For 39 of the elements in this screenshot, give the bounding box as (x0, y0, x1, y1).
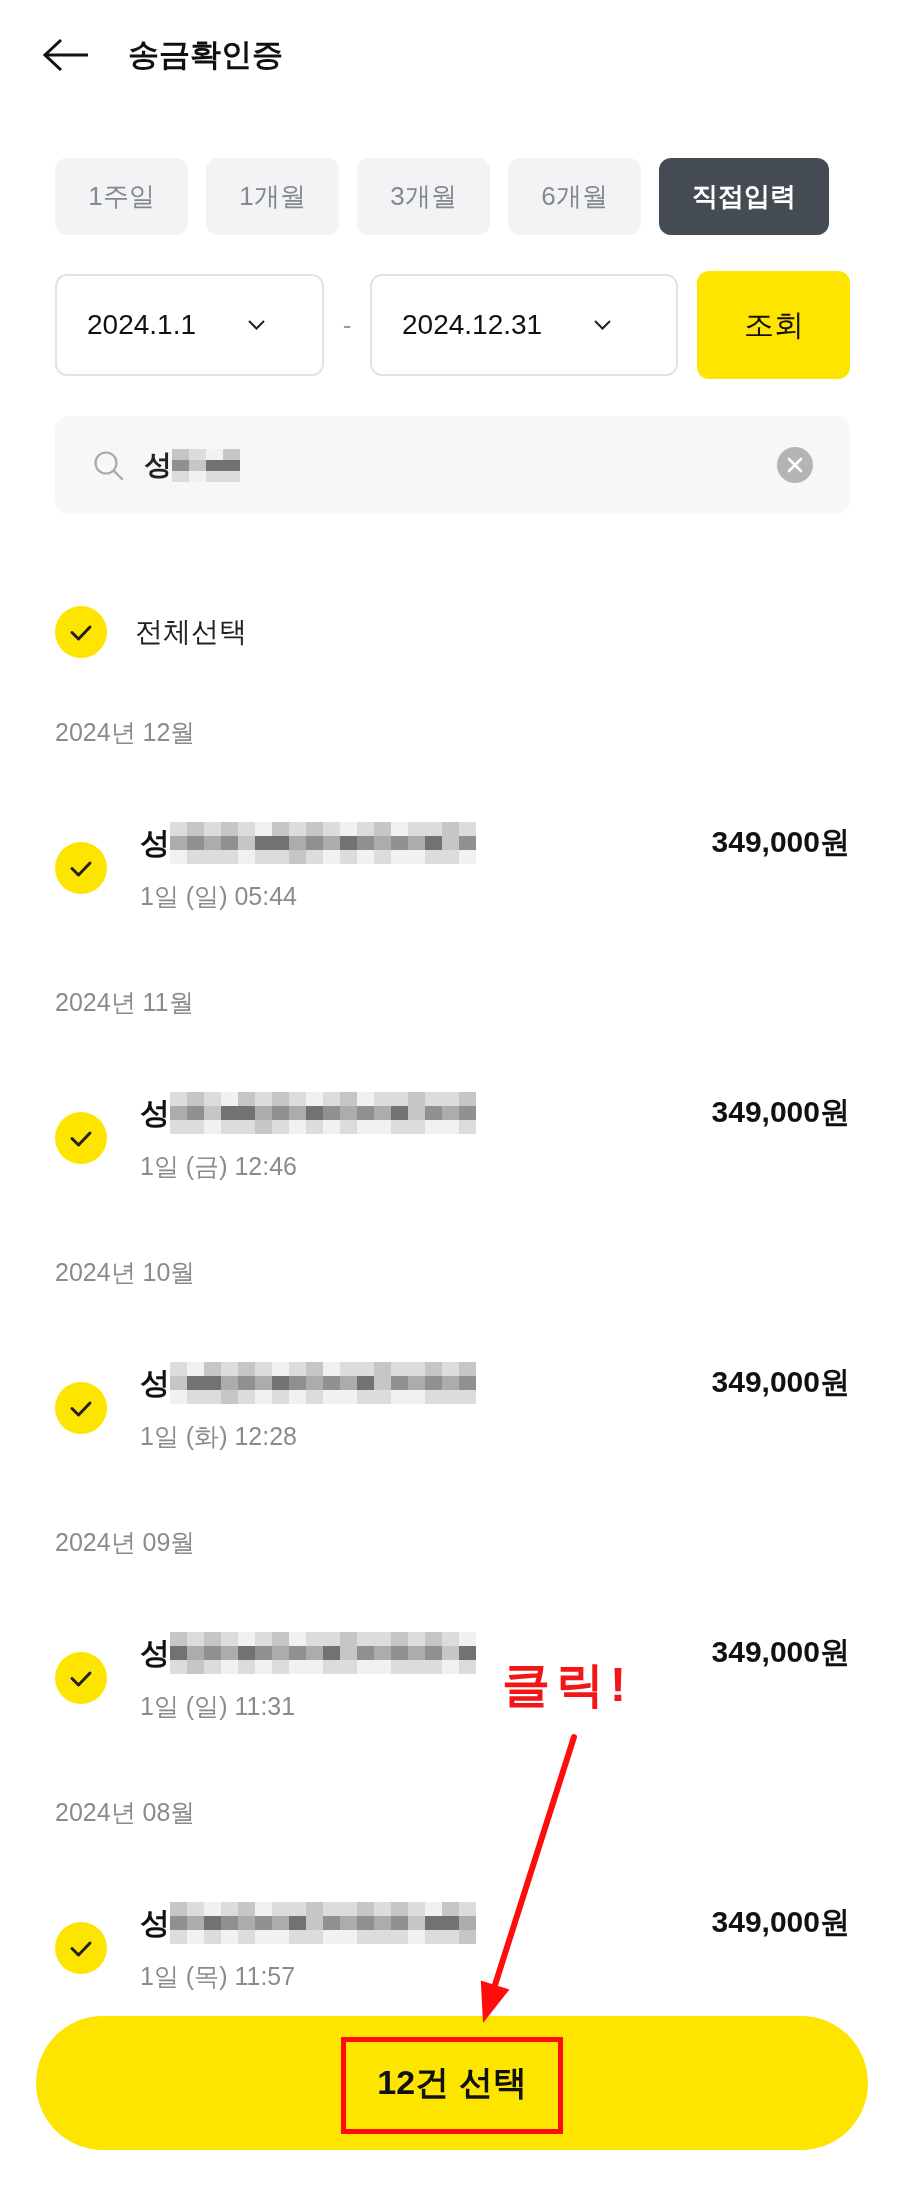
checkbox[interactable] (55, 842, 107, 894)
end-date-dropdown[interactable]: 2024.12.31 (370, 274, 678, 376)
month-label: 2024년 11월 (55, 987, 195, 1018)
query-button[interactable]: 조회 (697, 271, 850, 379)
checkbox[interactable] (55, 1112, 107, 1164)
payee-name: 성 (140, 1904, 170, 1941)
range-separator: - (341, 309, 353, 341)
month-label: 2024년 10월 (55, 1257, 197, 1288)
month-label: 2024년 09월 (55, 1527, 197, 1558)
payee-name: 성 (140, 1364, 170, 1401)
search-icon (93, 449, 124, 481)
transfer-time: 1일 (일) 11:31 (140, 1690, 297, 1722)
transfer-time: 1일 (화) 12:28 (140, 1420, 298, 1452)
transfer-amount: 349,000원 (711, 1634, 850, 1670)
transfer-time: 1일 (금) 12:46 (140, 1150, 298, 1182)
chevron-down-icon (594, 320, 612, 330)
transfer-amount: 349,000원 (711, 1094, 850, 1130)
annotation-label: 클릭! (502, 1657, 632, 1713)
payee-name: 성 (140, 824, 170, 861)
chevron-down-icon (248, 320, 265, 330)
search-field[interactable]: 성 (55, 416, 850, 514)
checkbox[interactable] (55, 606, 107, 658)
select-all-label[interactable]: 전체선택 (135, 613, 247, 651)
checkbox[interactable] (55, 1382, 107, 1434)
transfer-amount: 349,000원 (711, 824, 850, 860)
page-title: 송금확인증 (128, 36, 283, 74)
transfer-amount: 349,000원 (711, 1904, 850, 1940)
period-tab[interactable]: 직접입력 (659, 158, 829, 235)
payee-name: 성 (140, 1634, 170, 1671)
transfer-time: 1일 (일) 05:44 (140, 880, 298, 912)
transfer-amount: 349,000원 (711, 1364, 850, 1400)
checkbox[interactable] (55, 1922, 107, 1974)
select-count-button[interactable]: 12건 선택 (36, 2016, 868, 2150)
month-label: 2024년 12월 (55, 717, 197, 748)
transfer-time: 1일 (목) 11:57 (140, 1960, 297, 1992)
month-label: 2024년 08월 (55, 1797, 197, 1828)
payee-name: 성 (140, 1094, 170, 1131)
checkbox[interactable] (55, 1652, 107, 1704)
start-date-dropdown[interactable]: 2024.1.1 (55, 274, 324, 376)
